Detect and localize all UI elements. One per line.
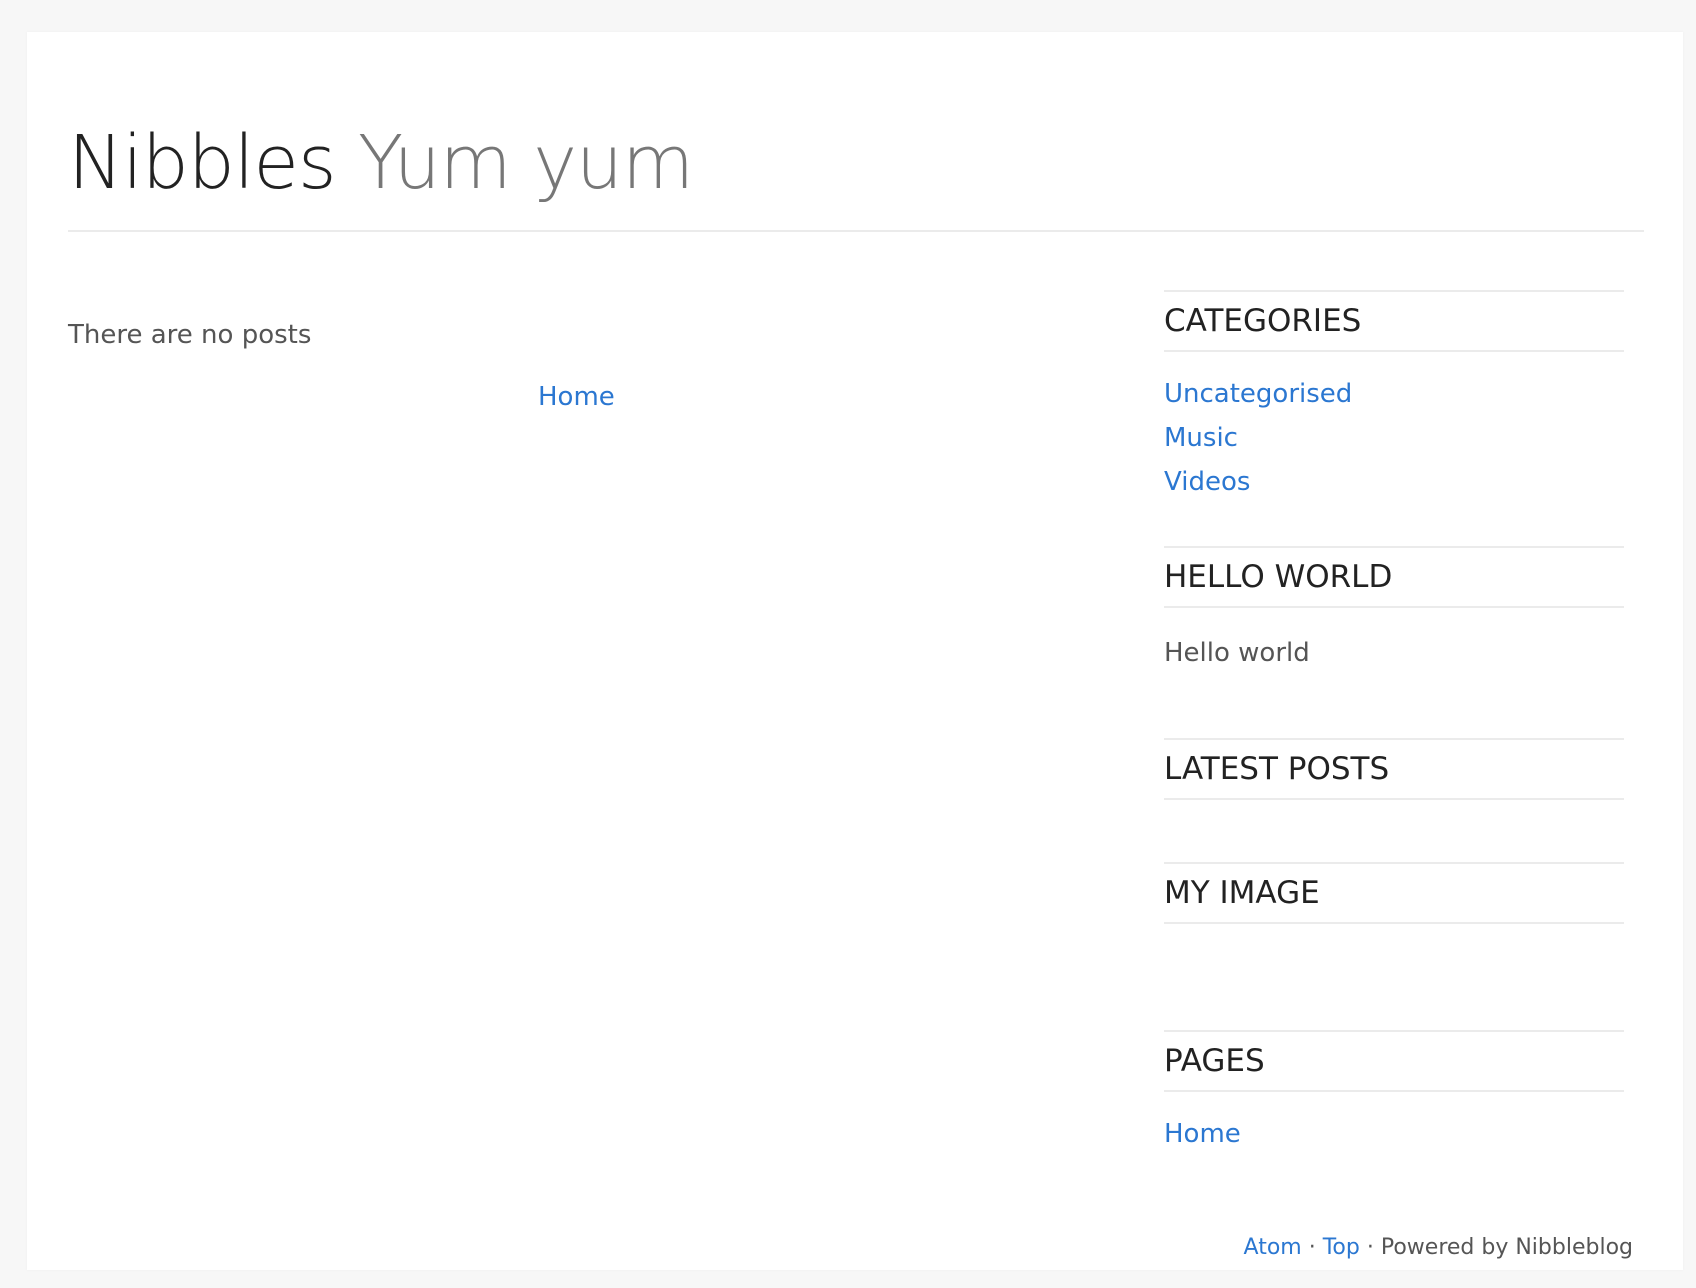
page-link-home[interactable]: Home	[1164, 1119, 1241, 1149]
hello-world-widget: HELLO WORLD Hello world	[1164, 546, 1624, 666]
category-link-uncategorised[interactable]: Uncategorised	[1164, 379, 1352, 409]
footer-separator: ·	[1308, 1235, 1316, 1260]
category-link-music[interactable]: Music	[1164, 423, 1238, 453]
list-item: Uncategorised	[1164, 372, 1624, 416]
footer: Atom · Top · Powered by Nibbleblog	[1244, 1237, 1633, 1259]
latest-posts-widget: LATEST POSTS	[1164, 738, 1624, 800]
hello-world-title: HELLO WORLD	[1164, 546, 1624, 608]
header-divider	[68, 230, 1644, 232]
category-link-videos[interactable]: Videos	[1164, 467, 1250, 497]
no-posts-message: There are no posts	[68, 320, 312, 350]
categories-widget: CATEGORIES Uncategorised Music Videos	[1164, 290, 1624, 504]
latest-posts-title: LATEST POSTS	[1164, 738, 1624, 800]
pages-list: Home	[1164, 1112, 1624, 1156]
my-image-title: MY IMAGE	[1164, 862, 1624, 924]
categories-list: Uncategorised Music Videos	[1164, 372, 1624, 504]
hello-world-text: Hello world	[1164, 638, 1310, 668]
pages-title: PAGES	[1164, 1030, 1624, 1092]
atom-link[interactable]: Atom	[1244, 1235, 1302, 1260]
home-link[interactable]: Home	[538, 384, 615, 410]
main-content: There are no posts Home	[68, 320, 1108, 410]
site-header: Nibbles Yum yum	[68, 126, 694, 200]
page-container: Nibbles Yum yum There are no posts Home …	[27, 32, 1683, 1270]
my-image-widget: MY IMAGE	[1164, 862, 1624, 924]
blog-slogan: Yum yum	[358, 120, 694, 206]
list-item: Home	[1164, 1112, 1624, 1156]
footer-separator: ·	[1366, 1235, 1374, 1260]
categories-title: CATEGORIES	[1164, 290, 1624, 352]
list-item: Music	[1164, 416, 1624, 460]
powered-by-text: Powered by Nibbleblog	[1380, 1235, 1633, 1260]
list-item: Videos	[1164, 460, 1624, 504]
top-link[interactable]: Top	[1323, 1235, 1360, 1260]
pages-widget: PAGES Home	[1164, 1030, 1624, 1156]
blog-name[interactable]: Nibbles	[68, 120, 337, 206]
